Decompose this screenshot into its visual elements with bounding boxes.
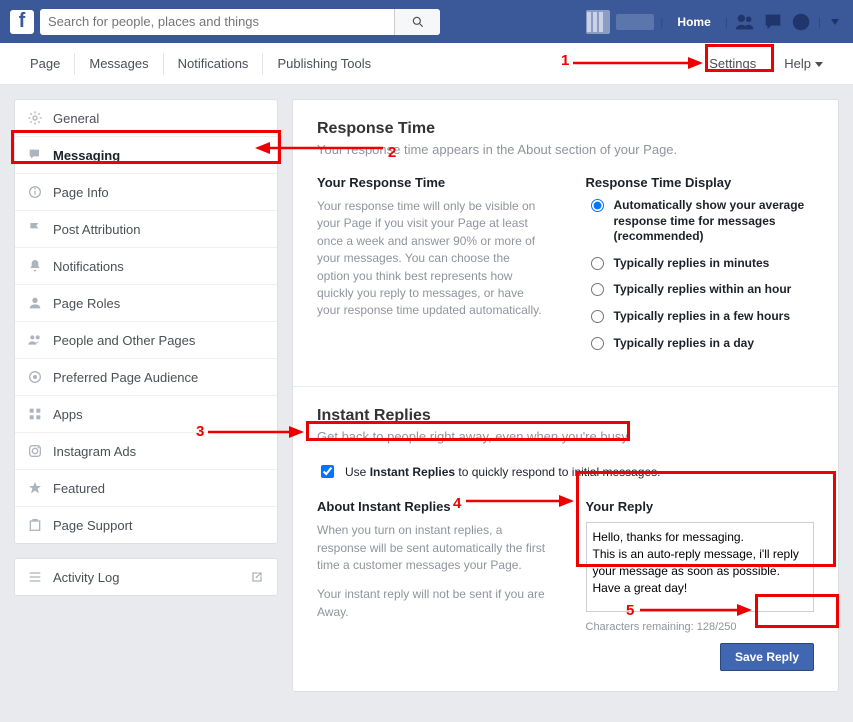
chat-icon [27,147,43,163]
sidebar-item-general[interactable]: General [15,100,277,137]
tab-page[interactable]: Page [16,43,74,85]
sidebar-item-post-attribution[interactable]: Post Attribution [15,211,277,248]
sidebar-item-label: Page Info [53,185,109,200]
search-icon [411,15,425,29]
sidebar-item-label: Post Attribution [53,222,140,237]
info-icon [27,184,43,200]
tab-publishing-tools[interactable]: Publishing Tools [263,43,385,85]
instant-replies-check-label: Use Instant Replies to quickly respond t… [345,465,660,479]
gear-icon [27,110,43,126]
instant-replies-checkbox[interactable] [321,465,334,478]
person-icon [27,295,43,311]
sidebar-item-label: Apps [53,407,83,422]
search-button[interactable] [394,9,440,35]
page-subnav: Page Messages Notifications Publishing T… [0,43,853,85]
chevron-down-icon [815,62,823,67]
radio-label: Typically replies in minutes [614,256,770,272]
radio-label: Typically replies within an hour [614,282,792,298]
sidebar-item-people-pages[interactable]: People and Other Pages [15,322,277,359]
export-icon [249,569,265,585]
sidebar-item-label: Activity Log [53,570,119,585]
your-response-time-heading: Your Response Time [317,175,546,190]
settings-content: Response Time Your response time appears… [292,99,839,692]
sidebar-item-label: Notifications [53,259,124,274]
sidebar-item-featured[interactable]: Featured [15,470,277,507]
annotation-number-4: 4 [453,495,461,512]
sidebar-item-label: Page Support [53,518,133,533]
tab-help[interactable]: Help [770,43,837,85]
instagram-icon [27,443,43,459]
facebook-logo-icon[interactable]: f [10,10,34,34]
profile-thumbnail[interactable] [586,10,610,34]
instant-replies-sub: Get back to people right away, even when… [317,429,814,444]
support-icon [27,517,43,533]
search-input[interactable] [40,14,394,29]
star-icon [27,480,43,496]
radio-hour[interactable] [591,283,604,296]
bell-icon [27,258,43,274]
radio-day[interactable] [591,337,604,350]
sidebar-item-page-info[interactable]: Page Info [15,174,277,211]
tab-settings[interactable]: Settings [695,43,770,85]
sidebar-item-label: People and Other Pages [53,333,195,348]
home-link[interactable]: Home [669,15,718,29]
topbar: f | Home | | [0,0,853,43]
sidebar-item-label: Instagram Ads [53,444,136,459]
profile-name-blurred[interactable] [616,14,654,30]
search-bar [40,9,440,35]
instant-replies-heading: Instant Replies [317,407,814,425]
instant-replies-away-note: Your instant reply will not be sent if y… [317,586,546,621]
save-reply-button[interactable]: Save Reply [720,643,814,671]
annotation-number-3: 3 [196,423,204,440]
response-time-heading: Response Time [317,120,814,138]
about-instant-replies-desc: When you turn on instant replies, a resp… [317,522,546,574]
notifications-icon[interactable] [790,11,812,33]
your-reply-heading: Your Reply [586,499,815,514]
sidebar-item-label: Featured [53,481,105,496]
sidebar-item-messaging[interactable]: Messaging [15,137,277,174]
sidebar-item-label: Preferred Page Audience [53,370,198,385]
sidebar-item-page-roles[interactable]: Page Roles [15,285,277,322]
sidebar-item-instagram-ads[interactable]: Instagram Ads [15,433,277,470]
annotation-number-5: 5 [626,602,634,619]
annotation-number-2: 2 [388,144,396,161]
sidebar-item-apps[interactable]: Apps [15,396,277,433]
radio-label: Automatically show your average response… [614,198,815,245]
target-icon [27,369,43,385]
people-icon [27,332,43,348]
sidebar-item-label: Messaging [53,148,120,163]
response-time-display-heading: Response Time Display [586,175,815,190]
radio-auto[interactable] [591,199,604,212]
radio-label: Typically replies in a few hours [614,309,791,325]
apps-icon [27,406,43,422]
radio-minutes[interactable] [591,257,604,270]
friend-requests-icon[interactable] [734,11,756,33]
sidebar-item-activity-log[interactable]: Activity Log [15,559,277,595]
flag-icon [27,221,43,237]
settings-sidebar: General Messaging Page Info Post Attribu… [14,99,278,544]
reply-textarea[interactable] [586,522,815,612]
characters-remaining: Characters remaining: 128/250 [586,621,815,633]
radio-few-hours[interactable] [591,310,604,323]
messages-icon[interactable] [762,11,784,33]
tab-messages[interactable]: Messages [75,43,162,85]
sidebar-item-notifications[interactable]: Notifications [15,248,277,285]
sidebar-item-label: Page Roles [53,296,120,311]
about-instant-replies-heading: About Instant Replies [317,499,546,514]
sidebar-item-label: General [53,111,99,126]
sidebar-item-page-support[interactable]: Page Support [15,507,277,543]
account-menu-caret-icon[interactable] [831,19,839,25]
tab-notifications[interactable]: Notifications [164,43,263,85]
radio-label: Typically replies in a day [614,336,755,352]
list-icon [27,569,43,585]
your-response-time-desc: Your response time will only be visible … [317,198,546,320]
annotation-number-1: 1 [561,52,569,69]
sidebar-item-preferred-audience[interactable]: Preferred Page Audience [15,359,277,396]
